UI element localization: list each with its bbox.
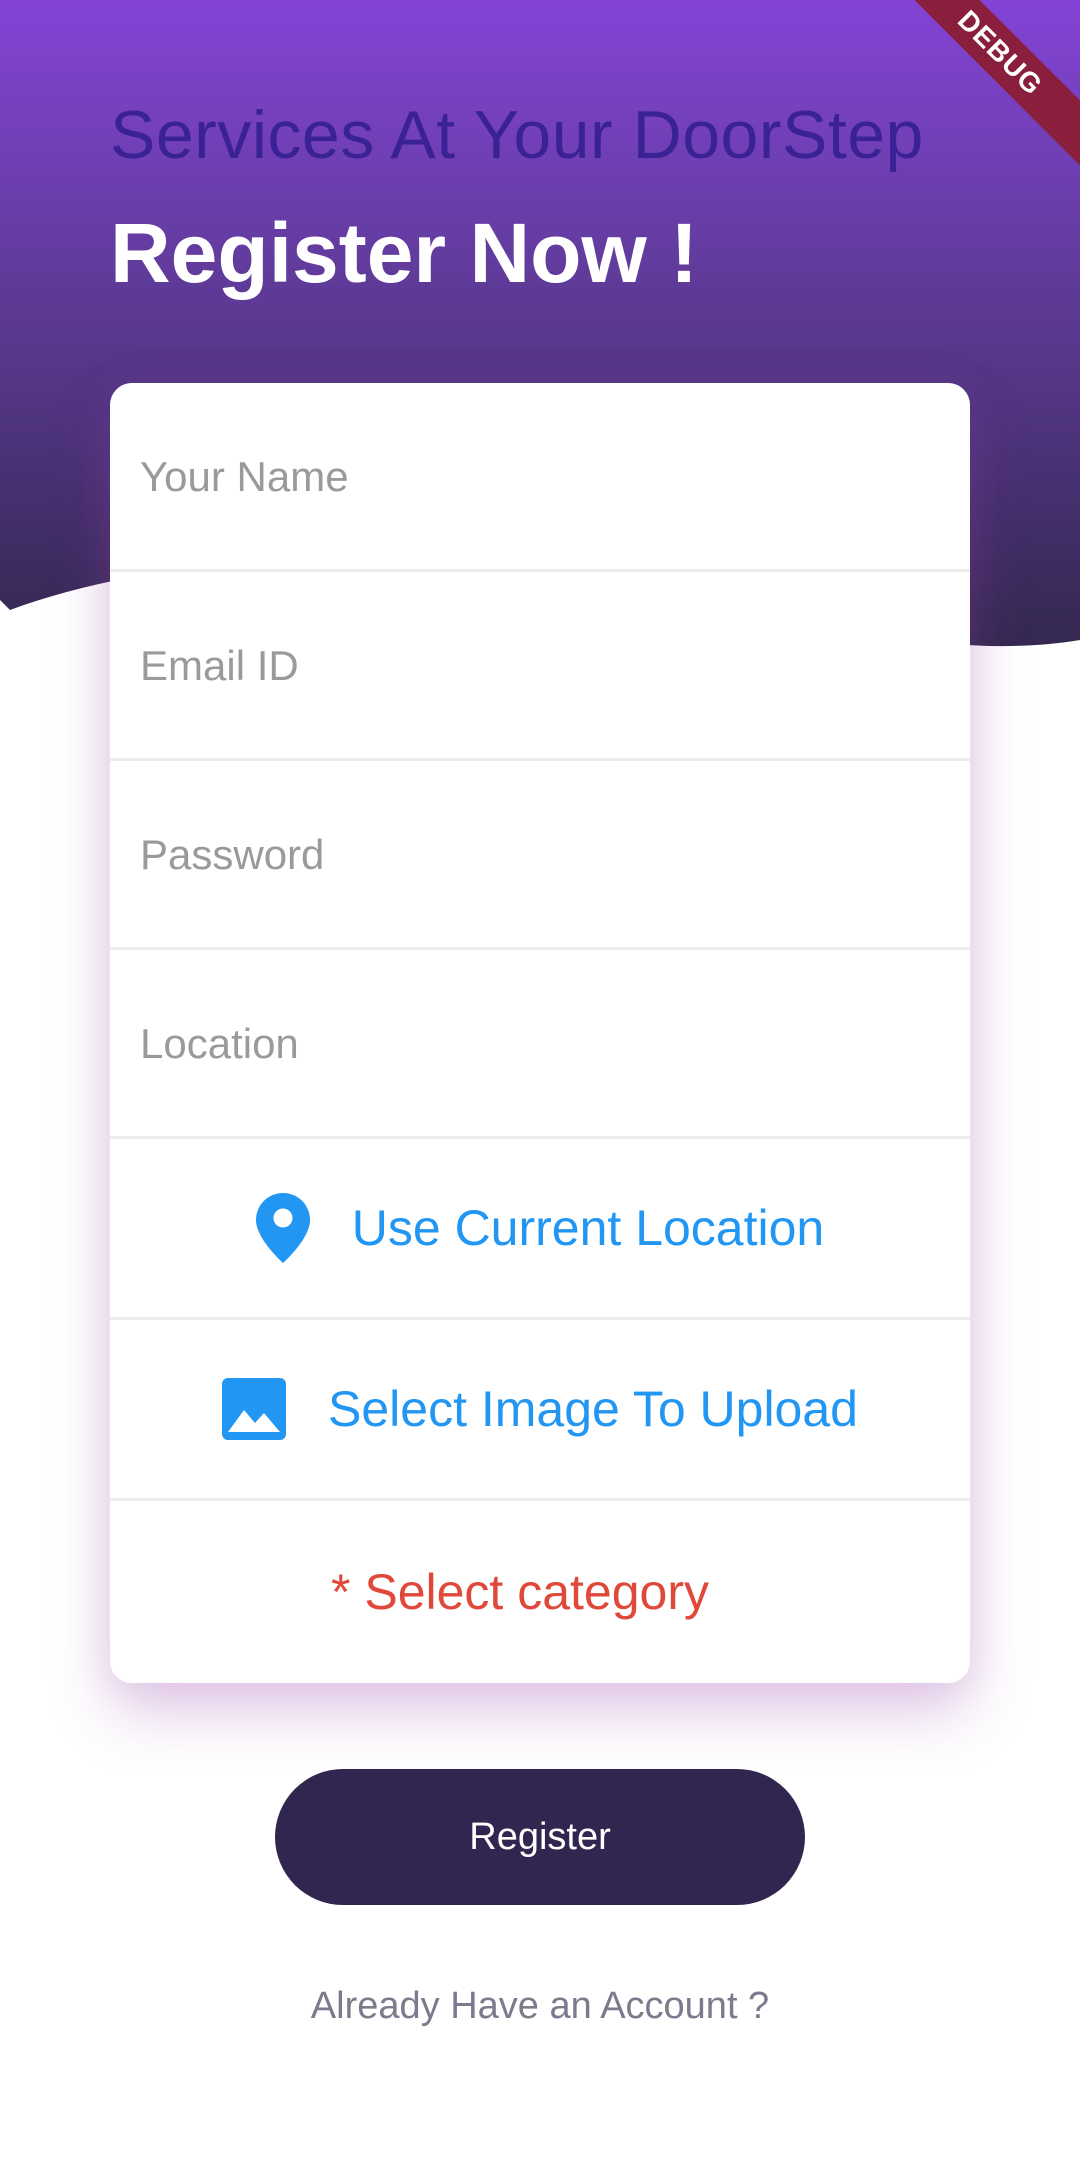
- email-input[interactable]: [138, 572, 942, 760]
- select-category-label: * Select category: [331, 1563, 709, 1620]
- register-button[interactable]: Register: [275, 1769, 805, 1905]
- password-field-row: [110, 761, 970, 950]
- email-field-row: [110, 572, 970, 761]
- location-input[interactable]: [138, 950, 942, 1138]
- use-current-location-label: Use Current Location: [351, 1200, 825, 1256]
- select-category-button[interactable]: * Select category: [110, 1501, 970, 1682]
- register-screen: Services At Your DoorStep Register Now !…: [0, 0, 1080, 2160]
- location-field-row: [110, 950, 970, 1139]
- name-input[interactable]: [138, 383, 942, 571]
- already-have-account-link[interactable]: Already Have an Account ?: [0, 1985, 1080, 2028]
- use-current-location-button[interactable]: Use Current Location: [110, 1139, 970, 1320]
- app-tagline: Services At Your DoorStep: [110, 97, 924, 173]
- name-field-row: [110, 383, 970, 572]
- location-pin-icon: [255, 1193, 310, 1263]
- password-input[interactable]: [138, 761, 942, 949]
- select-image-label: Select Image To Upload: [328, 1381, 858, 1437]
- select-image-button[interactable]: Select Image To Upload: [110, 1320, 970, 1501]
- registration-form-card: Use Current Location Select Image To Upl…: [110, 383, 970, 1683]
- image-icon: [222, 1378, 287, 1440]
- page-title: Register Now !: [110, 206, 699, 300]
